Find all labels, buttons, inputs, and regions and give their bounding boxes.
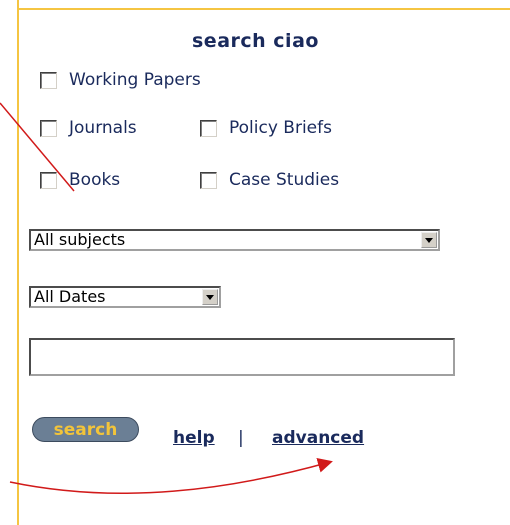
checkbox-box[interactable] xyxy=(200,171,217,189)
dates-select[interactable]: All Dates xyxy=(29,286,221,308)
panel-top-border xyxy=(17,8,510,10)
help-link[interactable]: help xyxy=(173,428,215,448)
checkbox-label: Journals xyxy=(69,118,137,138)
checkbox-box[interactable] xyxy=(40,171,57,189)
checkbox-label: Books xyxy=(69,170,121,190)
checkbox-policy-briefs[interactable]: Policy Briefs xyxy=(200,118,332,138)
search-button[interactable]: search xyxy=(32,417,139,442)
dates-select-value: All Dates xyxy=(34,287,106,306)
link-separator: | xyxy=(238,428,244,448)
panel-title: search ciao xyxy=(192,30,319,52)
chevron-down-icon[interactable] xyxy=(421,232,437,248)
checkbox-box[interactable] xyxy=(40,119,57,137)
checkbox-box[interactable] xyxy=(200,119,217,137)
subjects-select[interactable]: All subjects xyxy=(29,229,440,251)
checkbox-label: Case Studies xyxy=(229,170,340,190)
checkbox-working-papers[interactable]: Working Papers xyxy=(40,70,201,90)
checkbox-case-studies[interactable]: Case Studies xyxy=(200,170,339,190)
advanced-link[interactable]: advanced xyxy=(272,428,364,448)
checkbox-label: Working Papers xyxy=(69,70,201,90)
checkbox-label: Policy Briefs xyxy=(229,118,332,138)
chevron-down-icon[interactable] xyxy=(202,289,218,305)
search-input[interactable] xyxy=(29,338,455,376)
subjects-select-value: All subjects xyxy=(34,230,126,249)
checkbox-journals[interactable]: Journals xyxy=(40,118,137,138)
checkbox-books[interactable]: Books xyxy=(40,170,120,190)
checkbox-box[interactable] xyxy=(40,71,57,89)
